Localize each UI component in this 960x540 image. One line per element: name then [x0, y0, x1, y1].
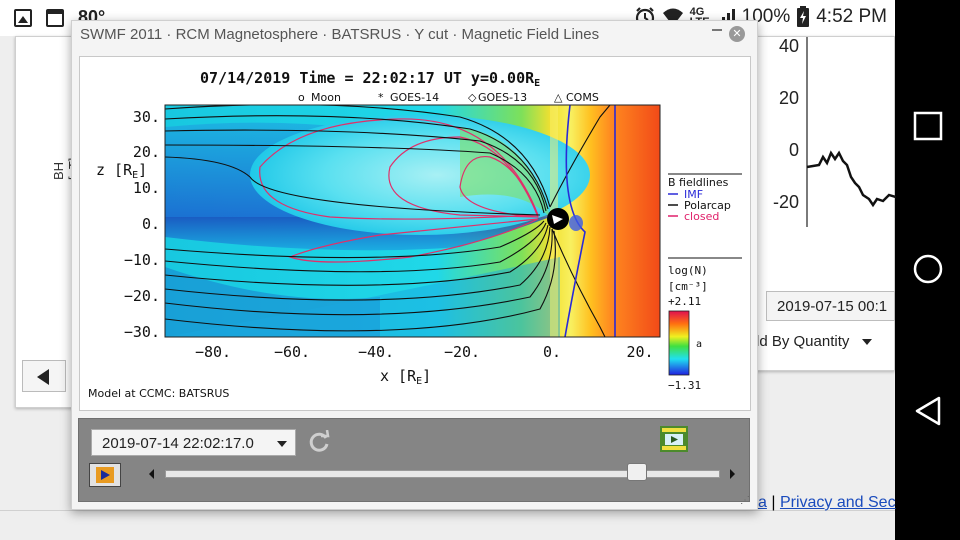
- right-tick-minus20: -20: [773, 192, 800, 212]
- recents-icon[interactable]: [912, 110, 944, 142]
- gallery-notification-icon: [14, 8, 32, 27]
- refresh-icon[interactable]: [307, 430, 331, 454]
- date-dropdown[interactable]: 2019-07-15 00:1: [766, 291, 895, 321]
- privacy-link[interactable]: Privacy and Sec: [780, 494, 896, 511]
- y-axis-label: z [RE]: [96, 161, 147, 181]
- time-slider-thumb[interactable]: [626, 463, 647, 481]
- screen: 80° 4GLTE 100% 4:52 PM BH [nT] 40 20: [0, 0, 960, 540]
- legend-symbol: *: [378, 91, 384, 104]
- resize-grip-icon[interactable]: ⋰: [740, 495, 754, 507]
- play-icon: [96, 467, 114, 483]
- x-tick: −40.: [358, 343, 394, 361]
- play-button[interactable]: [89, 463, 121, 487]
- back-icon[interactable]: [912, 395, 944, 427]
- footer-separator: |: [771, 494, 776, 511]
- colorbar-tick: a: [696, 339, 702, 350]
- fieldline-closed: closed: [684, 210, 719, 223]
- close-icon[interactable]: ✕: [729, 26, 745, 42]
- right-tick-0: 0: [789, 140, 800, 160]
- home-icon[interactable]: [912, 253, 944, 285]
- y-tick: −20.: [124, 287, 160, 305]
- colorbar: [668, 310, 690, 376]
- legend-goes14: GOES-14: [390, 91, 439, 104]
- legend-coms: COMS: [566, 91, 599, 104]
- legend-symbol: △: [554, 91, 563, 104]
- step-back-icon[interactable]: [149, 469, 154, 479]
- navigation-bar: [895, 0, 960, 540]
- plot-header: 07/14/2019 Time = 22:02:17 UT y=0.00RE: [200, 69, 540, 89]
- field-by-quantity-dropdown[interactable]: ld By Quantity: [756, 327, 888, 355]
- x-tick: 0.: [543, 343, 561, 361]
- right-tick-40: 40: [779, 36, 800, 56]
- time-select-value: 2019-07-14 22:02:17.0: [102, 435, 254, 452]
- y-tick: 0.: [142, 215, 160, 233]
- x-tick: −60.: [274, 343, 310, 361]
- movie-icon[interactable]: [660, 426, 688, 452]
- step-forward-icon[interactable]: [730, 469, 735, 479]
- right-tick-20: 20: [779, 88, 800, 108]
- x-tick: −80.: [195, 343, 231, 361]
- y-tick: 20.: [133, 143, 160, 161]
- quantity-dropdown-label: ld By Quantity: [756, 333, 850, 350]
- clock: 4:52 PM: [816, 6, 887, 27]
- legend-symbol: o: [298, 91, 305, 104]
- y-tick: −10.: [124, 251, 160, 269]
- colorbar-min: −1.31: [668, 379, 701, 392]
- fieldline-legend: IMF Polarcap closed: [668, 188, 731, 223]
- legend-goes13: GOES-13: [478, 91, 527, 104]
- previous-button[interactable]: [22, 360, 66, 392]
- minimize-icon[interactable]: [712, 29, 722, 31]
- legend-moon: Moon: [311, 91, 341, 104]
- model-credit: Model at CCMC: BATSRUS: [88, 387, 229, 400]
- y-tick: −30.: [124, 323, 160, 341]
- colorbar-max: +2.11: [668, 295, 701, 308]
- battery-charging-icon: [797, 6, 810, 27]
- x-axis-label: x [RE]: [380, 367, 431, 387]
- footer-links: va | Privacy and Sec: [750, 494, 896, 512]
- time-select[interactable]: 2019-07-14 22:02:17.0: [91, 429, 296, 456]
- x-tick: −20.: [444, 343, 480, 361]
- plot-panel: 07/14/2019 Time = 22:02:17 UT y=0.00RE o…: [79, 56, 751, 411]
- magnetosphere-plot: 07/14/2019 Time = 22:02:17 UT y=0.00RE o…: [88, 69, 742, 400]
- widget-title: SWMF 2011 · RCM Magnetosphere · BATSRUS …: [80, 26, 600, 42]
- colorbar-unit: [cm⁻³]: [668, 280, 708, 293]
- x-axis-ticks: −80. −60. −40. −20. 0. 20.: [195, 343, 654, 361]
- density-field: [165, 105, 660, 337]
- colorbar-title: log(N): [668, 264, 708, 277]
- legend-symbol: ◇: [468, 91, 477, 104]
- x-tick: 20.: [626, 343, 653, 361]
- y-tick: 10.: [133, 179, 160, 197]
- magnetosphere-widget: SWMF 2011 · RCM Magnetosphere · BATSRUS …: [71, 20, 758, 510]
- y-tick: 30.: [133, 108, 160, 126]
- playback-controls: 2019-07-14 22:02:17.0: [78, 418, 750, 502]
- calendar-notification-icon: [46, 8, 64, 27]
- chevron-down-icon: [277, 441, 287, 447]
- y-axis-ticks: 30. 20. 10. 0. −10. −20. −30.: [124, 108, 160, 341]
- chevron-down-icon: [861, 339, 872, 346]
- marker-legend: o Moon * GOES-14 ◇ GOES-13 △ COMS: [298, 91, 599, 104]
